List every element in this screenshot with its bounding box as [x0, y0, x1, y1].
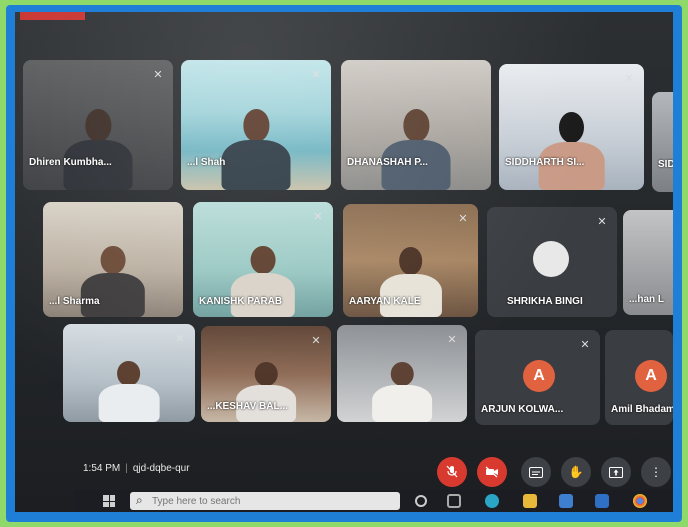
participant-tile[interactable]: ✕ SHRIKHA BINGI — [487, 207, 617, 317]
participant-tile[interactable]: ...l Sharma — [43, 202, 183, 317]
participant-figure — [372, 361, 432, 422]
participant-name: AARYAN KALE — [349, 296, 421, 307]
windows-start-icon[interactable] — [103, 495, 115, 507]
mic-off-icon: ✕ — [311, 335, 321, 347]
task-view-icon[interactable] — [447, 494, 461, 508]
participant-tile[interactable]: ✕ ...KESHAV BAL... — [201, 326, 331, 422]
meet-control-bar: 1:54 PM | qjd-dqbe-qur ✋ ⋮ — [75, 457, 673, 487]
participant-tile[interactable]: ...han L — [623, 210, 673, 315]
camera-off-icon[interactable] — [477, 457, 507, 487]
participant-name: DHANASHAH P... — [347, 157, 428, 168]
participant-name: ...l Sharma — [49, 296, 100, 307]
mic-off-icon: ✕ — [458, 213, 468, 225]
participant-name: SID — [658, 159, 673, 170]
participant-name: ARJUN KOLWA... — [481, 404, 564, 415]
participant-name: ...han L — [629, 294, 664, 305]
participant-tile[interactable]: A Amil Bhadam... — [605, 330, 673, 425]
participant-figure — [98, 361, 160, 422]
mic-off-icon: ✕ — [313, 211, 323, 223]
mic-off-icon: ✕ — [153, 69, 163, 81]
participant-figure — [221, 109, 291, 190]
cortana-icon[interactable] — [415, 495, 427, 507]
participant-tile[interactable]: ✕ KANISHK PARAB — [193, 202, 333, 317]
mic-off-icon: ✕ — [311, 69, 321, 81]
mic-off-icon: ✕ — [580, 339, 590, 351]
mic-off-icon: ✕ — [175, 333, 185, 345]
participant-figure — [236, 362, 296, 422]
participant-name: Amil Bhadam... — [611, 404, 673, 415]
chrome-icon[interactable] — [633, 494, 647, 508]
edge-icon[interactable] — [485, 494, 499, 508]
windows-taskbar: ⌕ — [75, 490, 673, 512]
participant-tile[interactable]: ✕ SIDDHARTH SI... — [499, 64, 644, 190]
participant-name: Dhiren Kumbha... — [29, 157, 112, 168]
meeting-time: 1:54 PM — [83, 463, 121, 474]
meet-screen: ✕ Dhiren Kumbha... ✕ ...l Shah DHANASHAH… — [15, 12, 673, 512]
participant-tile[interactable]: ✕ — [63, 324, 195, 422]
mic-off-icon: ✕ — [624, 73, 634, 85]
participant-figure — [538, 111, 605, 190]
captions-icon[interactable] — [521, 457, 551, 487]
participant-name: KANISHK PARAB — [199, 296, 283, 307]
participant-name: ...l Shah — [187, 157, 226, 168]
participant-tile[interactable]: ✕ — [337, 325, 467, 422]
store-icon[interactable] — [559, 494, 573, 508]
tab-accent — [20, 12, 85, 20]
participant-tile[interactable]: DHANASHAH P... — [341, 60, 491, 190]
search-icon: ⌕ — [136, 493, 143, 507]
participant-tile[interactable]: ✕ AARYAN KALE — [343, 204, 478, 317]
meeting-code: qjd-dqbe-qur — [132, 463, 190, 474]
participant-tile[interactable]: A ✕ ARJUN KOLWA... — [475, 330, 600, 425]
participant-avatar: A — [635, 360, 667, 392]
participant-name: SHRIKHA BINGI — [507, 296, 583, 307]
participant-name: ...KESHAV BAL... — [207, 401, 288, 412]
present-icon[interactable] — [601, 457, 631, 487]
participant-figure — [381, 109, 451, 190]
participant-name: SIDDHARTH SI... — [505, 157, 585, 168]
search-input[interactable] — [152, 494, 392, 508]
participant-figure — [63, 109, 133, 190]
mail-icon[interactable] — [595, 494, 609, 508]
more-vert-icon[interactable]: ⋮ — [641, 457, 671, 487]
video-feed — [652, 92, 673, 192]
file-explorer-icon[interactable] — [523, 494, 537, 508]
mic-off-icon: ✕ — [597, 216, 607, 228]
participant-avatar — [533, 241, 569, 277]
participant-tile[interactable]: ✕ ...l Shah — [181, 60, 331, 190]
mic-off-icon[interactable] — [437, 457, 467, 487]
participant-avatar: A — [523, 360, 555, 392]
mic-off-icon: ✕ — [447, 334, 457, 346]
taskbar-search[interactable]: ⌕ — [130, 492, 400, 510]
meeting-info: 1:54 PM | qjd-dqbe-qur — [83, 463, 190, 474]
participant-tile[interactable]: ✕ Dhiren Kumbha... — [23, 60, 173, 190]
hand-icon[interactable]: ✋ — [561, 457, 591, 487]
participant-tile[interactable]: SID — [652, 92, 673, 192]
